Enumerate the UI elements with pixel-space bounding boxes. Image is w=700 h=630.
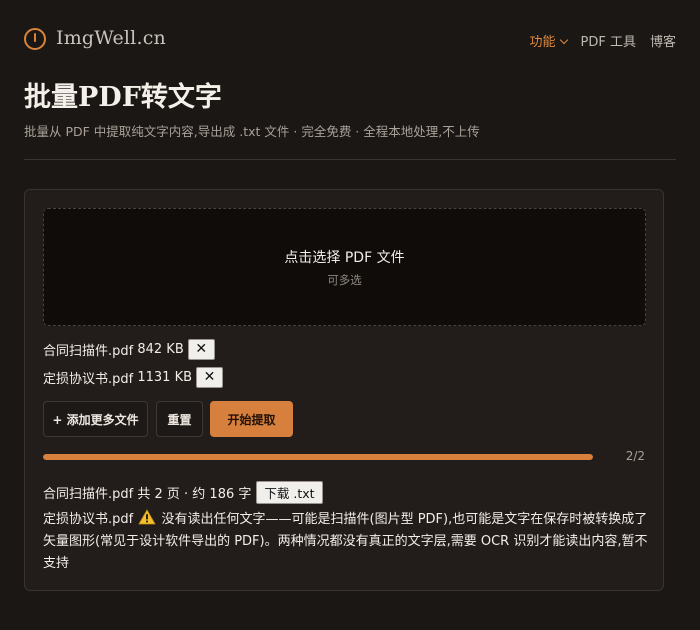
file-item: 合同扫描件.pdf 842 KB ✕: [43, 338, 215, 360]
start-extract-button[interactable]: 开始提取: [210, 401, 293, 437]
warning-icon: [138, 509, 157, 525]
result-file-name: 合同扫描件.pdf: [43, 486, 134, 502]
result-item: 合同扫描件.pdf 共 2 页 · 约 186 字 下载 .txt: [43, 480, 323, 504]
main-nav: 功能 PDF 工具 博客: [530, 31, 677, 50]
nav-item-label: 功能: [529, 35, 556, 50]
progress-fill: [43, 454, 593, 460]
file-size: 842 KB: [137, 341, 184, 357]
tool-card: 点击选择 PDF 文件 可多选 合同扫描件.pdf 842 KB ✕ 定损协议书…: [24, 189, 664, 591]
nav-item-pdf-tools[interactable]: PDF 工具: [581, 31, 636, 50]
logo-icon[interactable]: [24, 28, 46, 50]
file-name: 定损协议书.pdf: [43, 371, 134, 387]
remove-file-button[interactable]: ✕: [196, 366, 224, 388]
nav-item-blog[interactable]: 博客: [650, 31, 676, 50]
page-subtitle: 批量从 PDF 中提取纯文字内容,导出成 .txt 文件 · 完全免费 · 全程…: [24, 124, 480, 139]
add-more-files-button[interactable]: + 添加更多文件: [43, 401, 148, 437]
warning-message: 定损协议书.pdf 没有读出任何文字——可能是扫描件(图片型 PDF),也可能是…: [43, 509, 648, 575]
warning-file-name: 定损协议书.pdf: [43, 512, 134, 527]
file-name: 合同扫描件.pdf: [43, 343, 134, 359]
progress-bar: [43, 454, 593, 460]
site-header: ImgWell.cn 功能 PDF 工具 博客: [0, 0, 700, 80]
page-title: 批量PDF转文字: [24, 82, 222, 113]
file-size: 1131 KB: [137, 369, 193, 385]
warning-text: 没有读出任何文字——可能是扫描件(图片型 PDF),也可能是文字在保存时被转换成…: [43, 512, 648, 571]
result-summary: 共 2 页 · 约 186 字: [137, 486, 252, 502]
file-item: 定损协议书.pdf 1131 KB ✕: [43, 366, 224, 388]
remove-file-button[interactable]: ✕: [187, 338, 215, 360]
divider: [24, 159, 676, 160]
nav-item-features[interactable]: 功能: [529, 31, 568, 50]
download-txt-button[interactable]: 下载 .txt: [256, 480, 323, 504]
reset-button[interactable]: 重置: [156, 401, 203, 437]
brand-name[interactable]: ImgWell.cn: [56, 27, 166, 49]
chevron-down-icon: [559, 35, 568, 45]
dropzone-title: 点击选择 PDF 文件: [284, 250, 405, 266]
progress-count: 2/2: [625, 449, 645, 463]
file-dropzone[interactable]: 点击选择 PDF 文件 可多选: [43, 208, 646, 326]
dropzone-hint: 可多选: [327, 273, 362, 287]
